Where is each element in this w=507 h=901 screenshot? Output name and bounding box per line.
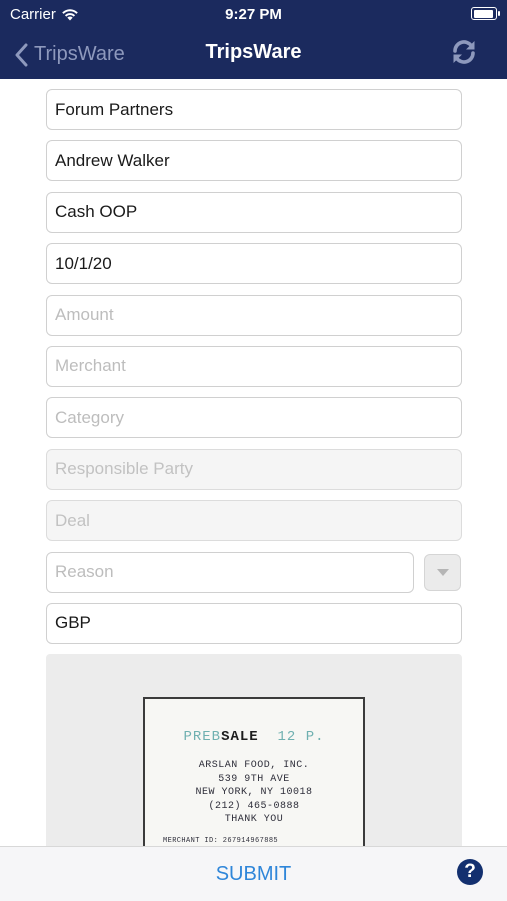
amount-input[interactable]: Amount [46, 294, 462, 336]
receipt-sale-line: PREBSALE 12 P. [145, 729, 363, 745]
payment-type-value: Cash OOP [55, 202, 138, 222]
help-icon[interactable]: ? [457, 859, 483, 885]
responsible-party-placeholder: Responsible Party [55, 459, 193, 479]
receipt-line: NEW YORK, NY 10018 [195, 787, 313, 798]
reason-dropdown-button[interactable] [424, 553, 461, 591]
caret-down-icon [436, 568, 449, 576]
receipt-line: ARSLAN FOOD, INC. [198, 760, 310, 771]
receipt-sale-suffix: 12 P. [277, 729, 325, 745]
category-placeholder: Category [55, 407, 124, 427]
receipt-image: PREBSALE 12 P. ARSLAN FOOD, INC. 539 9TH… [143, 697, 365, 854]
navigation-bar: TripsWare TripsWare [0, 30, 507, 79]
amount-placeholder: Amount [55, 305, 114, 325]
submit-button[interactable]: SUBMIT [0, 847, 507, 901]
reason-placeholder: Reason [55, 562, 114, 582]
currency-value: GBP [55, 613, 91, 633]
refresh-icon[interactable] [449, 37, 479, 67]
client-field[interactable]: Forum Partners [46, 89, 462, 130]
reason-row: Reason [46, 551, 462, 593]
receipt-sale-prefix: PREB [183, 729, 222, 745]
receipt-line: (212) 465-0888 [208, 800, 300, 812]
client-value: Forum Partners [55, 99, 174, 119]
responsible-party-input[interactable]: Responsible Party [46, 448, 462, 490]
battery-icon [471, 7, 500, 20]
page-title: TripsWare [205, 41, 302, 63]
merchant-placeholder: Merchant [55, 356, 126, 376]
receipt-lines: ARSLAN FOOD, INC. 539 9TH AVE NEW YORK, … [145, 759, 363, 827]
receipt-line: THANK YOU [224, 814, 284, 825]
bottom-toolbar: SUBMIT ? [0, 846, 507, 901]
category-input[interactable]: Category [46, 397, 462, 439]
status-bar: Carrier 9:27 PM [0, 0, 507, 30]
person-field[interactable]: Andrew Walker [46, 140, 462, 182]
person-value: Andrew Walker [55, 150, 170, 170]
reason-input[interactable]: Reason [46, 551, 414, 593]
deal-input[interactable]: Deal [46, 500, 462, 542]
receipt-image-area[interactable]: PREBSALE 12 P. ARSLAN FOOD, INC. 539 9TH… [46, 654, 462, 854]
merchant-input[interactable]: Merchant [46, 345, 462, 387]
receipt-sale-word: SALE [221, 729, 259, 745]
date-value: 10/1/20 [55, 253, 112, 273]
status-time: 9:27 PM [225, 6, 282, 23]
currency-field[interactable]: GBP [46, 602, 462, 644]
date-field[interactable]: 10/1/20 [46, 243, 462, 285]
expense-form: Forum Partners Andrew Walker Cash OOP 10… [46, 89, 462, 654]
deal-placeholder: Deal [55, 510, 90, 530]
receipt-merchant-id: MERCHANT ID: 267914967885 [163, 837, 279, 845]
receipt-line: 539 9TH AVE [218, 773, 290, 785]
payment-type-field[interactable]: Cash OOP [46, 191, 462, 233]
